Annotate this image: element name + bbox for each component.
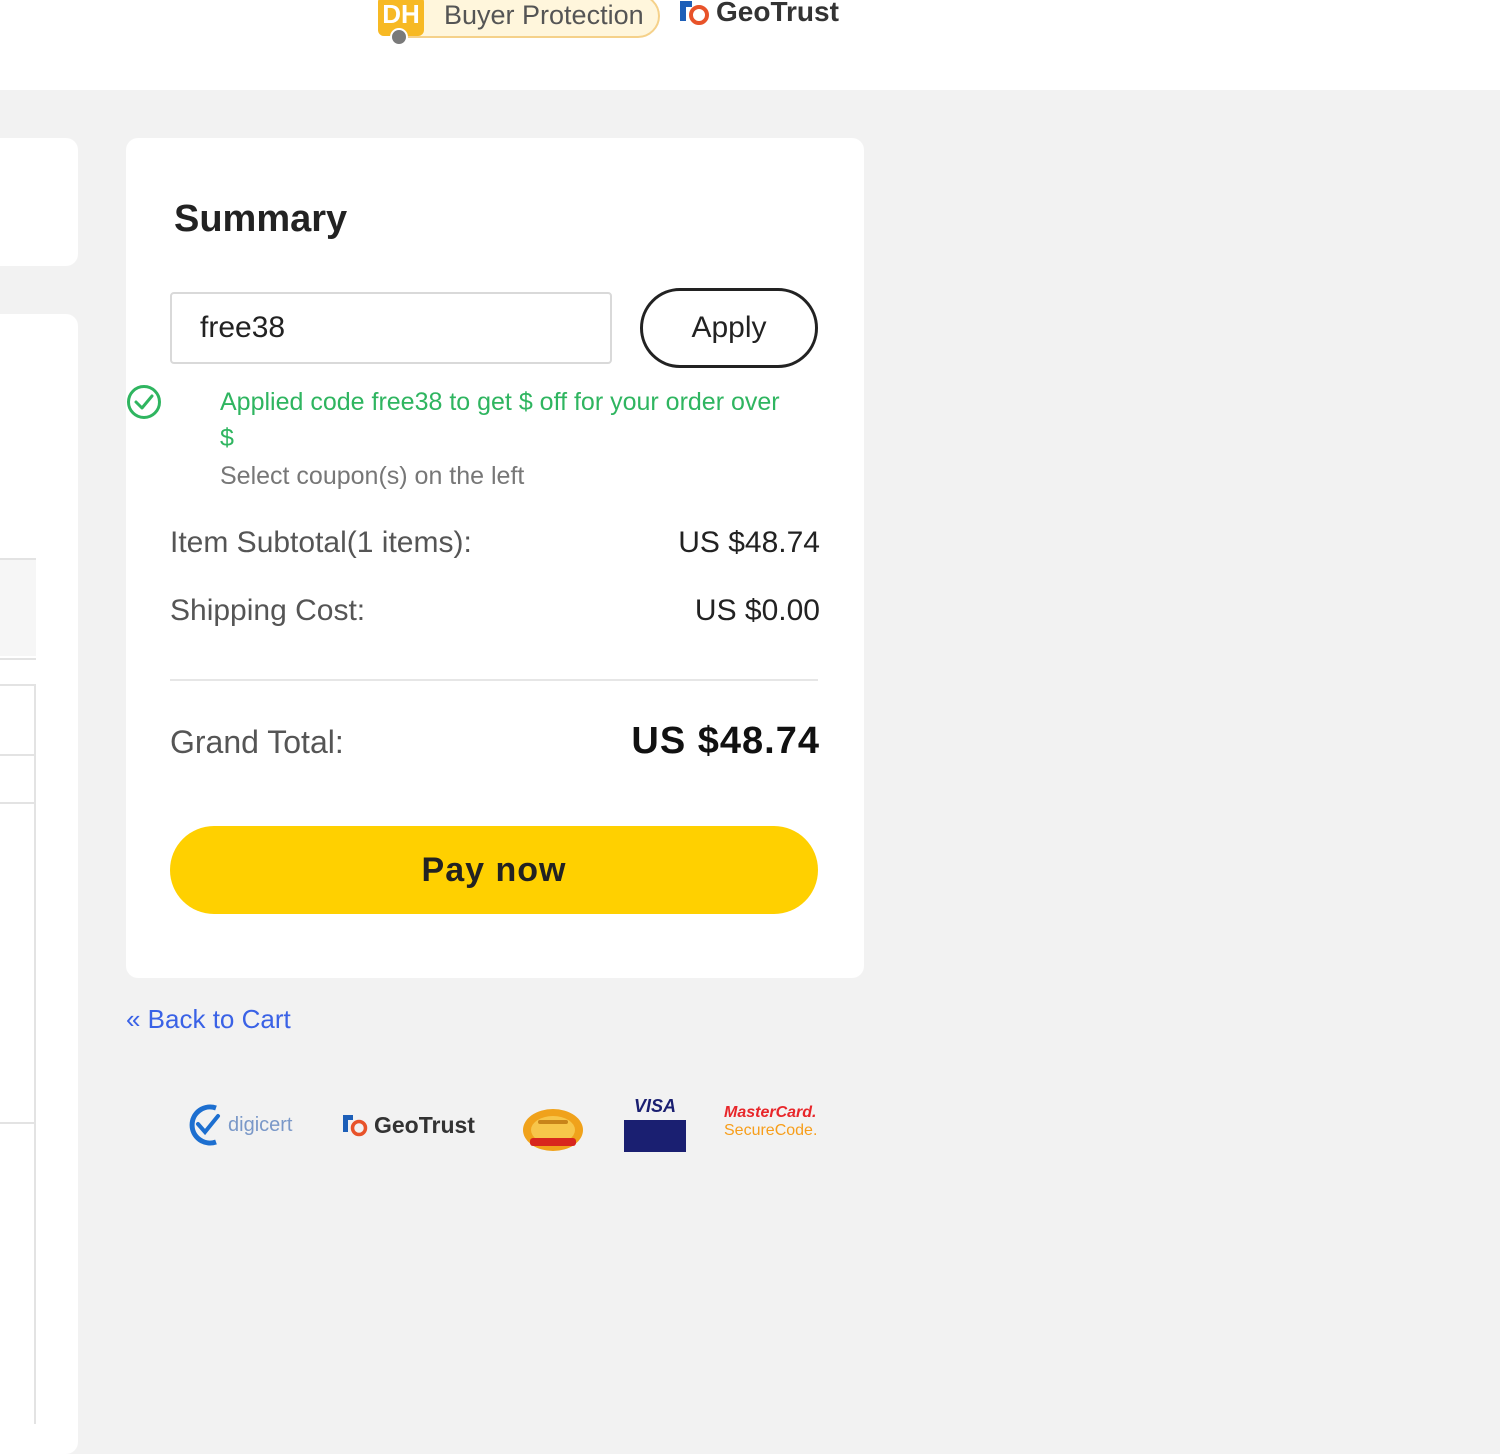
left-panel-divider	[0, 754, 36, 756]
summary-divider	[170, 679, 818, 681]
select-coupon-hint: Select coupon(s) on the left	[220, 462, 525, 490]
left-panel-divider	[0, 1122, 36, 1124]
digicert-check-icon	[189, 1104, 220, 1146]
left-panel-top	[0, 138, 78, 266]
apply-coupon-button[interactable]: Apply	[640, 288, 818, 368]
coupon-code-input[interactable]	[170, 292, 612, 364]
item-subtotal-label: Item Subtotal(1 items):	[170, 526, 472, 559]
left-panel-main	[0, 314, 78, 1454]
grand-total-value: US $48.74	[631, 720, 820, 762]
dh-logo-icon: DH	[378, 0, 424, 46]
left-panel-divider	[0, 684, 36, 686]
digicert-label: digicert	[228, 1113, 293, 1136]
geotrust-swirl-icon	[680, 1, 709, 25]
item-subtotal-value: US $48.74	[678, 526, 820, 559]
geotrust-label-top: GeoTrust	[716, 0, 839, 27]
buyer-protection-badge: DH Buyer Protection	[378, 0, 660, 46]
left-panel-divider	[0, 802, 36, 804]
verified-by-visa-badge: VISA	[624, 1096, 686, 1154]
left-panel-divider	[0, 658, 36, 660]
mastercard-securecode-badge: MasterCard. SecureCode.	[724, 1104, 820, 1148]
coupon-applied-message: Applied code free38 to get $ off for you…	[220, 388, 780, 452]
shipping-cost-label: Shipping Cost:	[170, 594, 366, 627]
shipping-cost-value: US $0.00	[694, 594, 820, 627]
geotrust-badge: GeoTrust	[340, 1108, 475, 1142]
pay-now-button[interactable]: Pay now	[170, 826, 818, 914]
check-circle-icon	[127, 385, 161, 419]
dh-logo-text: DH	[382, 0, 420, 29]
buyer-protection-label: Buyer Protection	[444, 0, 644, 30]
back-to-cart-link[interactable]: « Back to Cart	[126, 1004, 291, 1035]
mastercard-label: MasterCard.	[724, 1104, 817, 1121]
geotrust-logo-top: GeoTrust	[676, 0, 839, 30]
left-panel-border	[34, 684, 36, 1424]
norton-secured-seal-icon	[523, 1109, 583, 1151]
top-header: DH Buyer Protection GeoTrust	[0, 0, 1500, 90]
geotrust-label-bottom: GeoTrust	[374, 1111, 475, 1138]
digicert-badge: digicert	[186, 1102, 298, 1148]
summary-card: Summary Apply Applied code free38 to get…	[126, 138, 864, 978]
visa-label: VISA	[633, 1096, 676, 1116]
visa-card-icon	[624, 1120, 686, 1152]
summary-title: Summary	[174, 198, 348, 240]
securecode-label: SecureCode.	[724, 1122, 818, 1139]
geotrust-swirl-icon	[343, 1115, 368, 1137]
grand-total-label: Grand Total:	[170, 724, 344, 760]
left-panel-row	[0, 560, 36, 656]
shield-dot-icon	[390, 28, 408, 46]
